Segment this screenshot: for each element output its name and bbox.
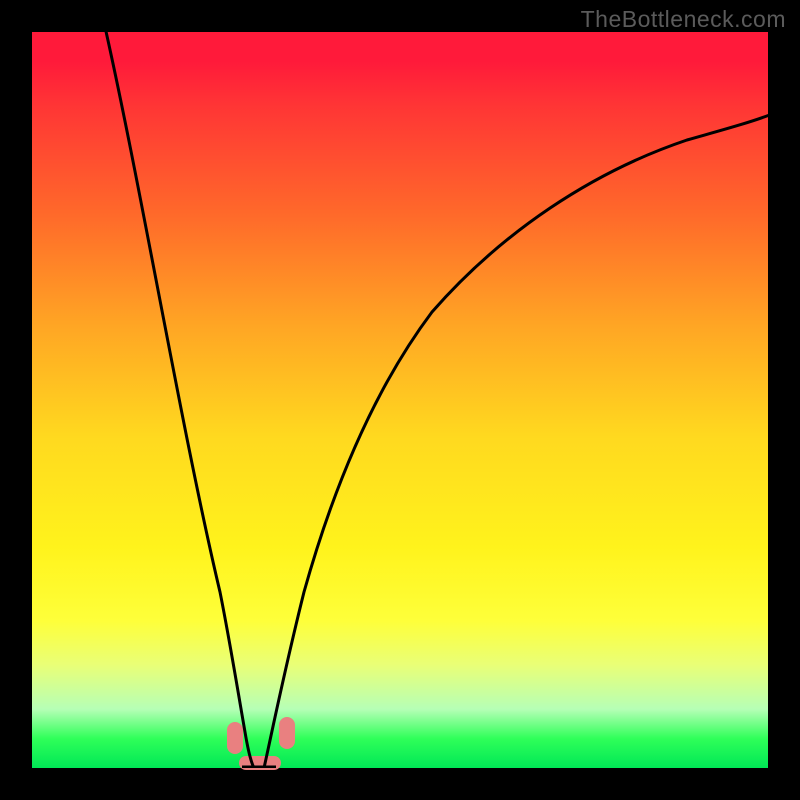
plot-area (32, 32, 768, 768)
chart-frame: TheBottleneck.com (0, 0, 800, 800)
watermark-text: TheBottleneck.com (581, 6, 786, 33)
bottleneck-curve (32, 32, 768, 768)
